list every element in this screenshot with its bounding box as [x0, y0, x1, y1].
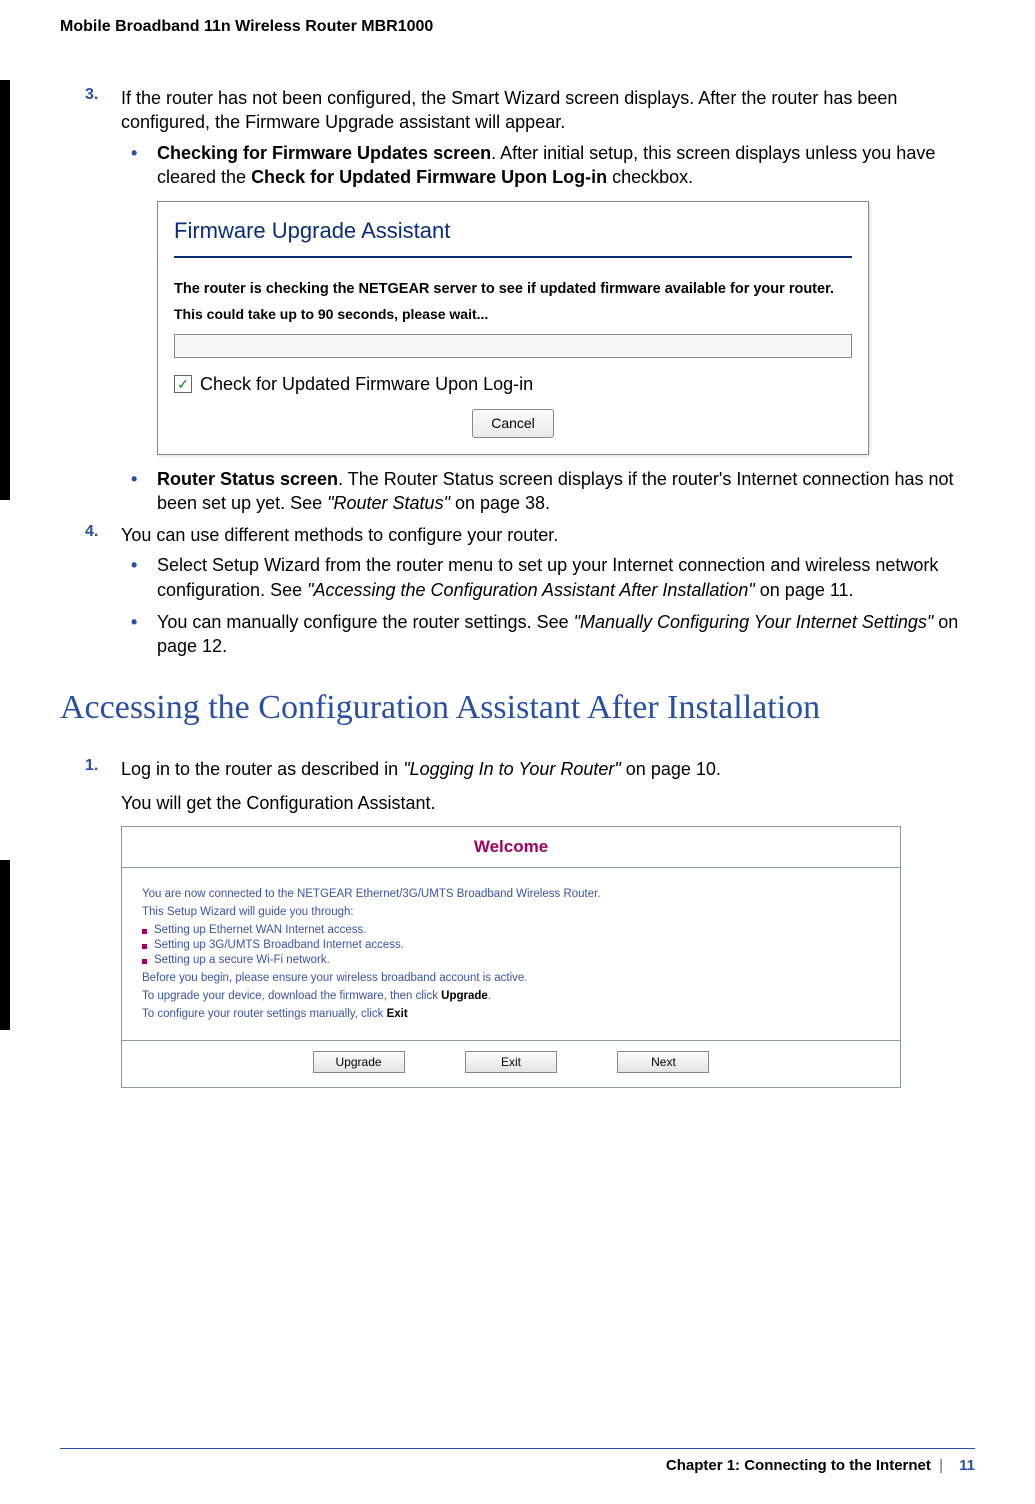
wizard-text: To configure your router settings manual…	[142, 1008, 880, 1020]
checkbox-row: ✓ Check for Updated Firmware Upon Log-in	[174, 372, 852, 396]
chapter-label: Chapter 1: Connecting to the Internet	[666, 1457, 931, 1474]
page-number: 11	[951, 1457, 975, 1474]
bullet-tail: on page 11.	[755, 580, 854, 600]
cross-ref: "Manually Configuring Your Internet Sett…	[574, 612, 934, 632]
bullet-manual-config: You can manually configure the router se…	[121, 610, 975, 659]
bullet-lead: Router Status screen	[157, 469, 338, 489]
step-text: You will get the Configuration Assistant…	[121, 791, 975, 815]
separator: |	[935, 1457, 947, 1474]
wizard-list-item: Setting up Ethernet WAN Internet access.	[142, 924, 880, 936]
dialog-title: Welcome	[122, 827, 900, 867]
step-4: 4. You can use different methods to conf…	[85, 523, 975, 658]
section-heading: Accessing the Configuration Assistant Af…	[60, 687, 975, 730]
upgrade-button[interactable]: Upgrade	[313, 1051, 405, 1073]
divider	[174, 256, 852, 258]
status-text: The router is checking the NETGEAR serve…	[174, 280, 852, 300]
wizard-text-span: To configure your router settings manual…	[142, 1008, 387, 1020]
bold-term: Exit	[387, 1008, 408, 1020]
wizard-text: You are now connected to the NETGEAR Eth…	[142, 888, 880, 900]
bold-term: Upgrade	[441, 990, 488, 1002]
step-3: 3. If the router has not been configured…	[85, 86, 975, 515]
screenshot-firmware-assistant: Firmware Upgrade Assistant The router is…	[157, 201, 869, 454]
cancel-button[interactable]: Cancel	[472, 409, 554, 438]
step-1: 1. Log in to the router as described in …	[85, 757, 975, 1088]
cross-ref: "Accessing the Configuration Assistant A…	[307, 580, 755, 600]
step-tail: on page 10.	[621, 759, 721, 779]
section-marker	[0, 860, 10, 1030]
bullet-tail: on page 38.	[450, 493, 550, 513]
step-number: 4.	[85, 523, 98, 541]
document-header: Mobile Broadband 11n Wireless Router MBR…	[60, 18, 975, 36]
bullet-setup-wizard: Select Setup Wizard from the router menu…	[121, 553, 975, 602]
wizard-list-item: Setting up 3G/UMTS Broadband Internet ac…	[142, 939, 880, 951]
step-text: If the router has not been configured, t…	[121, 88, 897, 132]
status-text: This could take up to 90 seconds, please…	[174, 305, 852, 324]
cross-ref: "Router Status"	[327, 493, 450, 513]
exit-button[interactable]: Exit	[465, 1051, 557, 1073]
bullet-text: You can manually configure the router se…	[157, 612, 574, 632]
wizard-text-span: .	[488, 990, 491, 1002]
progress-bar	[174, 334, 852, 358]
screenshot-welcome-wizard: Welcome You are now connected to the NET…	[121, 826, 901, 1088]
wizard-text: Before you begin, please ensure your wir…	[142, 972, 880, 984]
wizard-text: To upgrade your device, download the fir…	[142, 990, 880, 1002]
step-number: 3.	[85, 86, 98, 104]
bullet-inline-bold: Check for Updated Firmware Upon Log-in	[251, 167, 607, 187]
bullet-tail: checkbox.	[607, 167, 693, 187]
section-marker	[0, 80, 10, 500]
page: Mobile Broadband 11n Wireless Router MBR…	[0, 0, 1035, 1504]
wizard-text: This Setup Wizard will guide you through…	[142, 906, 880, 918]
step-text: You can use different methods to configu…	[121, 525, 558, 545]
page-footer: Chapter 1: Connecting to the Internet | …	[60, 1448, 975, 1474]
step-number: 1.	[85, 757, 98, 775]
wizard-list-item: Setting up a secure Wi-Fi network.	[142, 954, 880, 966]
dialog-title: Firmware Upgrade Assistant	[174, 216, 852, 246]
bullet-firmware-check: Checking for Firmware Updates screen. Af…	[121, 141, 975, 455]
step-text: Log in to the router as described in	[121, 759, 403, 779]
checkbox[interactable]: ✓	[174, 375, 192, 393]
next-button[interactable]: Next	[617, 1051, 709, 1073]
wizard-text-span: To upgrade your device, download the fir…	[142, 990, 441, 1002]
cross-ref: "Logging In to Your Router"	[403, 759, 621, 779]
bullet-router-status: Router Status screen. The Router Status …	[121, 467, 975, 516]
bullet-lead: Checking for Firmware Updates screen	[157, 143, 491, 163]
checkbox-label: Check for Updated Firmware Upon Log-in	[200, 372, 533, 396]
